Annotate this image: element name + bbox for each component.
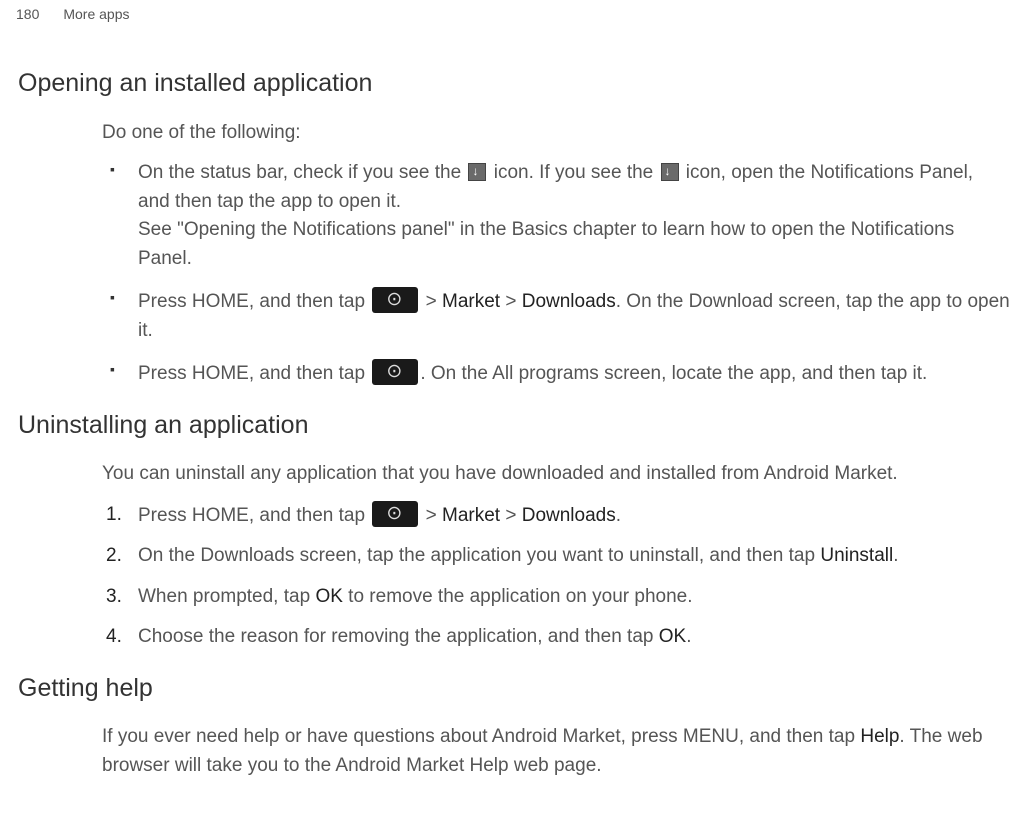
body-text: . On the All programs screen, locate the… xyxy=(420,363,927,384)
label-ok: OK xyxy=(659,626,686,647)
body-text: > xyxy=(500,291,522,312)
apps-button-icon xyxy=(372,287,418,313)
steps-list: Press HOME, and then tap > Market > Down… xyxy=(102,501,1010,652)
body-text: > xyxy=(420,291,442,312)
download-icon xyxy=(661,163,679,181)
label-downloads: Downloads xyxy=(522,505,616,526)
body-text: icon. If you see the xyxy=(488,162,658,183)
body-text: to remove the application on your phone. xyxy=(343,586,693,607)
section-name: More apps xyxy=(63,4,129,25)
page-number: 180 xyxy=(16,4,39,25)
body-text: > xyxy=(500,505,522,526)
body-text-help: If you ever need help or have questions … xyxy=(102,723,1010,780)
heading-help: Getting help xyxy=(18,670,1010,708)
body-text: Press HOME, and then tap xyxy=(138,363,370,384)
intro-text: Do one of the following: xyxy=(102,119,1010,148)
label-uninstall: Uninstall xyxy=(820,545,893,566)
bullet-item: Press HOME, and then tap > Market > Down… xyxy=(102,287,1010,345)
body-text: When prompted, tap xyxy=(138,586,315,607)
apps-button-icon xyxy=(372,359,418,385)
step-item: Press HOME, and then tap > Market > Down… xyxy=(102,501,1010,531)
heading-opening: Opening an installed application xyxy=(18,65,1010,103)
body-text: Choose the reason for removing the appli… xyxy=(138,626,659,647)
body-text: Press HOME, and then tap xyxy=(138,291,370,312)
body-text: > xyxy=(420,505,442,526)
step-item: On the Downloads screen, tap the applica… xyxy=(102,542,1010,571)
label-market: Market xyxy=(442,291,500,312)
body-text: On the status bar, check if you see the xyxy=(138,162,466,183)
label-downloads: Downloads xyxy=(522,291,616,312)
download-icon xyxy=(468,163,486,181)
bullet-list-opening: On the status bar, check if you see the … xyxy=(102,159,1010,389)
bullet-item: On the status bar, check if you see the … xyxy=(102,159,1010,273)
label-market: Market xyxy=(442,505,500,526)
label-help: Help xyxy=(860,726,899,747)
body-text: . xyxy=(616,505,621,526)
body-text: See "Opening the Notifications panel" in… xyxy=(138,219,954,269)
body-text: On the Downloads screen, tap the applica… xyxy=(138,545,820,566)
bullet-item: Press HOME, and then tap . On the All pr… xyxy=(102,359,1010,389)
body-text: . xyxy=(893,545,898,566)
step-item: Choose the reason for removing the appli… xyxy=(102,623,1010,652)
label-ok: OK xyxy=(315,586,342,607)
body-text: If you ever need help or have questions … xyxy=(102,726,860,747)
apps-button-icon xyxy=(372,501,418,527)
page-content: Opening an installed application Do one … xyxy=(0,65,1028,780)
body-text: . xyxy=(686,626,691,647)
heading-uninstalling: Uninstalling an application xyxy=(18,407,1010,445)
step-item: When prompted, tap OK to remove the appl… xyxy=(102,583,1010,612)
intro-text: You can uninstall any application that y… xyxy=(102,460,1010,489)
page-header: 180 More apps xyxy=(0,0,1028,47)
body-text: Press HOME, and then tap xyxy=(138,505,370,526)
